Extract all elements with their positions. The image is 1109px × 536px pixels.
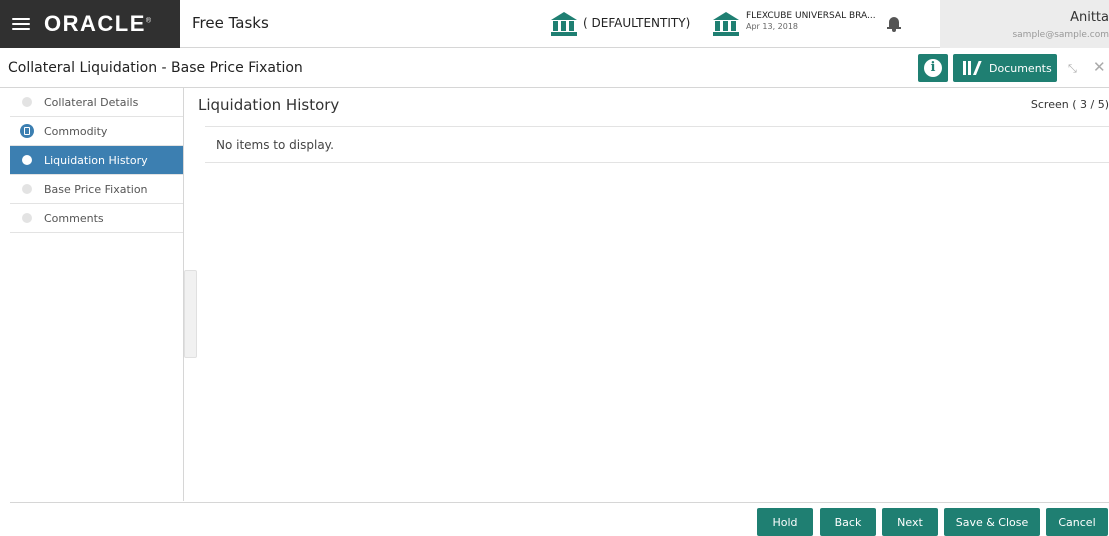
top-header: ORACLE® Free Tasks ( DEFAULTENTITY) FLEX… (0, 0, 1109, 48)
app-title[interactable]: Free Tasks (192, 14, 269, 32)
sidebar-item-label: Base Price Fixation (44, 182, 148, 196)
sidebar-item-label: Commodity (44, 124, 108, 138)
sidebar-item-liquidation-history[interactable]: Liquidation History (10, 146, 183, 175)
sidebar-item-collateral-details[interactable]: Collateral Details (10, 88, 183, 117)
section-title: Liquidation History (198, 96, 340, 114)
step-dot-icon (22, 155, 32, 165)
sidebar-item-label: Collateral Details (44, 95, 139, 109)
entity-selector[interactable]: ( DEFAULTENTITY) (583, 16, 690, 30)
back-button[interactable]: Back (820, 508, 876, 536)
next-button[interactable]: Next (882, 508, 938, 536)
brand-area: ORACLE® (0, 0, 180, 48)
commodity-step-icon (20, 124, 34, 138)
user-panel[interactable]: Anitta sample@sample.com (940, 0, 1109, 48)
step-sidebar: Collateral Details Commodity Liquidation… (10, 88, 184, 501)
bank-icon (551, 12, 577, 36)
info-icon: i (924, 59, 942, 77)
oracle-logo: ORACLE® (44, 11, 153, 36)
close-icon[interactable]: ✕ (1093, 58, 1106, 76)
page-title: Collateral Liquidation - Base Price Fixa… (8, 60, 303, 76)
divider (205, 162, 1109, 163)
user-name: Anitta (1070, 10, 1109, 25)
bank-icon (713, 12, 739, 36)
sidebar-item-base-price-fixation[interactable]: Base Price Fixation (10, 175, 183, 204)
step-dot-icon (22, 97, 32, 107)
sidebar-item-label: Liquidation History (44, 153, 148, 167)
info-button[interactable]: i (918, 54, 948, 82)
sidebar-item-commodity[interactable]: Commodity (10, 117, 183, 146)
sidebar-item-comments[interactable]: Comments (10, 204, 183, 233)
save-close-button[interactable]: Save & Close (944, 508, 1040, 536)
minimize-icon[interactable]: ⤡ (1068, 62, 1077, 76)
menu-icon[interactable] (12, 18, 30, 30)
panel-splitter-handle[interactable] (184, 270, 197, 358)
documents-button[interactable]: Documents (953, 54, 1057, 82)
branch-date: Apr 13, 2018 (746, 22, 799, 31)
bell-icon[interactable] (887, 17, 901, 32)
divider (205, 126, 1109, 127)
user-email: sample@sample.com (1012, 30, 1109, 40)
hold-button[interactable]: Hold (757, 508, 813, 536)
cancel-button[interactable]: Cancel (1046, 508, 1108, 536)
step-dot-icon (22, 184, 32, 194)
documents-icon (963, 61, 983, 75)
screen-counter: Screen ( 3 / 5) (1030, 98, 1109, 111)
sidebar-item-label: Comments (44, 211, 104, 225)
step-dot-icon (22, 213, 32, 223)
documents-label: Documents (989, 61, 1052, 75)
empty-message: No items to display. (216, 138, 334, 152)
branch-selector[interactable]: FLEXCUBE UNIVERSAL BRA... (746, 11, 876, 21)
